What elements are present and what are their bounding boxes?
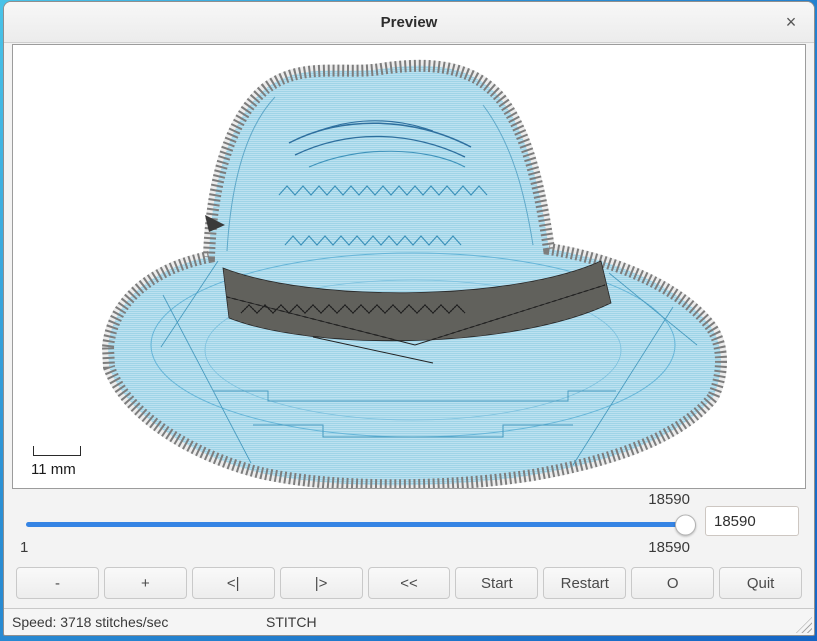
scale-ruler xyxy=(33,446,81,456)
quit-button[interactable]: Quit xyxy=(719,567,802,599)
control-button-row: - + <| |> << Start Restart O Quit xyxy=(16,567,802,599)
step-back-button[interactable]: <| xyxy=(192,567,275,599)
o-button[interactable]: O xyxy=(631,567,714,599)
stitch-max-label-bottom: 18590 xyxy=(648,539,690,556)
titlebar[interactable]: Preview × xyxy=(4,2,814,43)
stitch-mode-text: STITCH xyxy=(266,614,317,630)
speed-status-text: Speed: 3718 stitches/sec xyxy=(12,614,168,630)
stitch-min-label: 1 xyxy=(20,539,28,556)
statusbar: Speed: 3718 stitches/sec STITCH xyxy=(4,608,814,635)
scale-ruler-label: 11 mm xyxy=(31,461,76,478)
playback-controls: 18590 1 18590 xyxy=(4,489,814,565)
stitch-preview-canvas[interactable]: 11 mm xyxy=(12,44,806,489)
stitch-number-input[interactable] xyxy=(705,506,799,536)
speed-down-button[interactable]: - xyxy=(16,567,99,599)
slider-handle[interactable] xyxy=(675,514,696,535)
start-button[interactable]: Start xyxy=(455,567,538,599)
stitch-position-slider[interactable] xyxy=(26,522,692,527)
preview-window: Preview × xyxy=(3,1,815,636)
step-forward-button[interactable]: |> xyxy=(280,567,363,599)
hat-embroidery-drawing xyxy=(13,45,806,488)
close-icon[interactable]: × xyxy=(780,11,802,33)
resize-grip[interactable] xyxy=(796,617,812,633)
speed-up-button[interactable]: + xyxy=(104,567,187,599)
window-title: Preview xyxy=(381,14,438,31)
stitch-max-label-top: 18590 xyxy=(648,491,690,508)
rewind-button[interactable]: << xyxy=(368,567,451,599)
restart-button[interactable]: Restart xyxy=(543,567,626,599)
